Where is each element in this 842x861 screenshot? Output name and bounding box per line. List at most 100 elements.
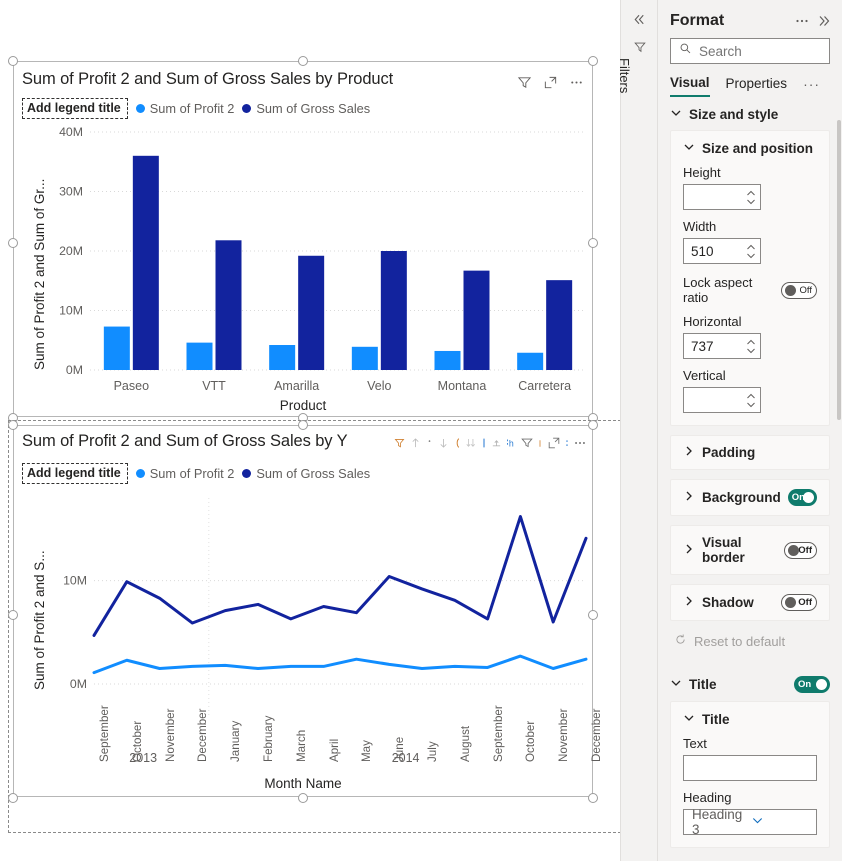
- shadow-toggle[interactable]: Off: [781, 594, 817, 611]
- bar[interactable]: [351, 346, 378, 370]
- bar[interactable]: [298, 255, 325, 370]
- horizontal-input[interactable]: [691, 338, 746, 354]
- reset-to-default-button[interactable]: Reset to default: [658, 630, 842, 659]
- card-header-title[interactable]: Title: [683, 712, 817, 727]
- legend-item-gross-sales[interactable]: Sum of Gross Sales: [242, 466, 370, 481]
- section-header-title[interactable]: Title On: [658, 666, 842, 701]
- width-stepper[interactable]: [683, 238, 761, 264]
- stepper-arrows-icon[interactable]: [746, 393, 756, 408]
- bar[interactable]: [215, 240, 242, 370]
- tab-properties[interactable]: Properties: [726, 76, 788, 96]
- bar[interactable]: [186, 342, 213, 370]
- horizontal-stepper[interactable]: [683, 333, 761, 359]
- more-options-icon[interactable]: [571, 434, 588, 452]
- tabs-more-icon[interactable]: ···: [803, 76, 820, 97]
- chevron-double-left-icon[interactable]: [632, 12, 647, 32]
- filter-icon[interactable]: [517, 75, 532, 90]
- filter-icon[interactable]: [633, 40, 647, 59]
- expand-hierarchy-icon[interactable]: [479, 434, 488, 452]
- y-tick-label: 10M: [59, 304, 83, 318]
- legend-item-profit[interactable]: Sum of Profit 2: [135, 101, 234, 116]
- card-padding[interactable]: Padding: [670, 435, 830, 470]
- bar[interactable]: [517, 352, 544, 370]
- more-fields-icon[interactable]: [535, 434, 544, 452]
- search-input[interactable]: [699, 43, 821, 59]
- line-chart-plot: Sum of Profit 2 and S... 0M 10M: [14, 488, 592, 732]
- background-toggle[interactable]: On: [787, 489, 817, 506]
- sort-ascending-icon[interactable]: [408, 434, 423, 452]
- height-stepper[interactable]: [683, 184, 761, 210]
- line-legend-title-placeholder[interactable]: Add legend title: [22, 463, 128, 484]
- card-visual-border[interactable]: Visual border Off: [670, 525, 830, 575]
- line-chart-legend[interactable]: Add legend title Sum of Profit 2 Sum of …: [22, 463, 370, 484]
- width-input[interactable]: [691, 243, 746, 259]
- line-series[interactable]: [92, 515, 588, 637]
- line-chart-svg: 0M 10M: [63, 498, 588, 732]
- visual-border-toggle[interactable]: Off: [783, 541, 817, 559]
- section-header-size-and-style[interactable]: Size and style: [658, 97, 842, 130]
- card-header-size-and-position[interactable]: Size and position: [683, 141, 817, 156]
- tab-visual[interactable]: Visual: [670, 75, 710, 97]
- x-group-label: 2014: [391, 751, 420, 765]
- hierarchy-label-icon[interactable]: h: [505, 434, 518, 452]
- chevron-double-right-icon[interactable]: [816, 13, 832, 29]
- bar[interactable]: [434, 350, 461, 370]
- format-pane-tabs[interactable]: Visual Properties ···: [658, 64, 842, 97]
- stepper-arrows-icon[interactable]: [746, 244, 756, 259]
- drill-down-all-icon[interactable]: [463, 434, 478, 452]
- format-pane[interactable]: Format Visual: [658, 0, 842, 861]
- bar[interactable]: [463, 270, 490, 370]
- title-text-field[interactable]: [683, 755, 817, 781]
- sort-icon[interactable]: [392, 434, 407, 452]
- drill-down-icon[interactable]: [452, 434, 462, 452]
- bar[interactable]: [132, 155, 159, 370]
- title-section-toggle[interactable]: On: [794, 676, 830, 693]
- vertical-stepper[interactable]: [683, 387, 761, 413]
- lock-aspect-ratio-row[interactable]: Lock aspect ratio Off: [683, 275, 817, 305]
- bar[interactable]: [269, 345, 296, 370]
- y-tick-label: 10M: [63, 574, 87, 588]
- legend-item-profit[interactable]: Sum of Profit 2: [135, 466, 234, 481]
- bar[interactable]: [103, 326, 130, 370]
- focus-mode-icon[interactable]: [543, 75, 558, 90]
- bar-chart-visual[interactable]: Sum of Profit 2 and Sum of Gross Sales b…: [14, 62, 592, 416]
- bar-legend-title-placeholder[interactable]: Add legend title: [22, 98, 128, 119]
- chevron-down-icon: [683, 141, 695, 156]
- bar-chart-header-icons[interactable]: [517, 75, 584, 90]
- sort-descending-icon[interactable]: [424, 434, 435, 452]
- line-series[interactable]: [92, 654, 588, 675]
- heading-dropdown[interactable]: Heading 3: [683, 807, 817, 837]
- format-pane-scrollbar[interactable]: [837, 120, 841, 420]
- card-shadow[interactable]: Shadow Off: [670, 584, 830, 621]
- chevron-down-icon[interactable]: [751, 814, 810, 830]
- more-options-icon[interactable]: [569, 75, 584, 90]
- card-background[interactable]: Background On: [670, 479, 830, 516]
- line-chart-mini-toolbar[interactable]: h: [392, 434, 588, 452]
- title-text-input[interactable]: [684, 756, 816, 780]
- card-label: Visual border: [702, 535, 745, 565]
- height-input[interactable]: [691, 189, 746, 205]
- bar-chart-legend[interactable]: Add legend title Sum of Profit 2 Sum of …: [22, 98, 370, 119]
- legend-item-gross-sales[interactable]: Sum of Gross Sales: [242, 101, 370, 116]
- sort-za-icon[interactable]: [436, 434, 451, 452]
- card-label: Background: [702, 490, 781, 505]
- more-options-icon[interactable]: [794, 13, 810, 29]
- focus-mode-icon[interactable]: [545, 434, 562, 452]
- bar[interactable]: [380, 251, 407, 370]
- line-chart-visual[interactable]: Sum of Profit 2 and Sum of Gross Sales b…: [14, 426, 603, 796]
- card-size-and-position[interactable]: Size and position Height Width Lock a: [670, 130, 830, 426]
- filter-icon[interactable]: [519, 434, 534, 452]
- card-label: Title: [702, 712, 730, 727]
- bar[interactable]: [546, 280, 573, 370]
- drill-up-icon[interactable]: [489, 434, 504, 452]
- vertical-input[interactable]: [691, 392, 746, 408]
- toggle-knob: [785, 597, 796, 608]
- stepper-arrows-icon[interactable]: [746, 190, 756, 205]
- stepper-arrows-icon[interactable]: [746, 339, 756, 354]
- search-box[interactable]: [670, 38, 830, 64]
- x-group-label: 2013: [129, 751, 158, 765]
- lock-aspect-ratio-toggle[interactable]: Off: [781, 281, 817, 299]
- filters-pane-collapsed[interactable]: Filters: [617, 0, 658, 861]
- card-title[interactable]: Title Text Heading Heading 3: [670, 701, 830, 848]
- report-canvas[interactable]: Sum of Profit 2 and Sum of Gross Sales b…: [0, 0, 626, 861]
